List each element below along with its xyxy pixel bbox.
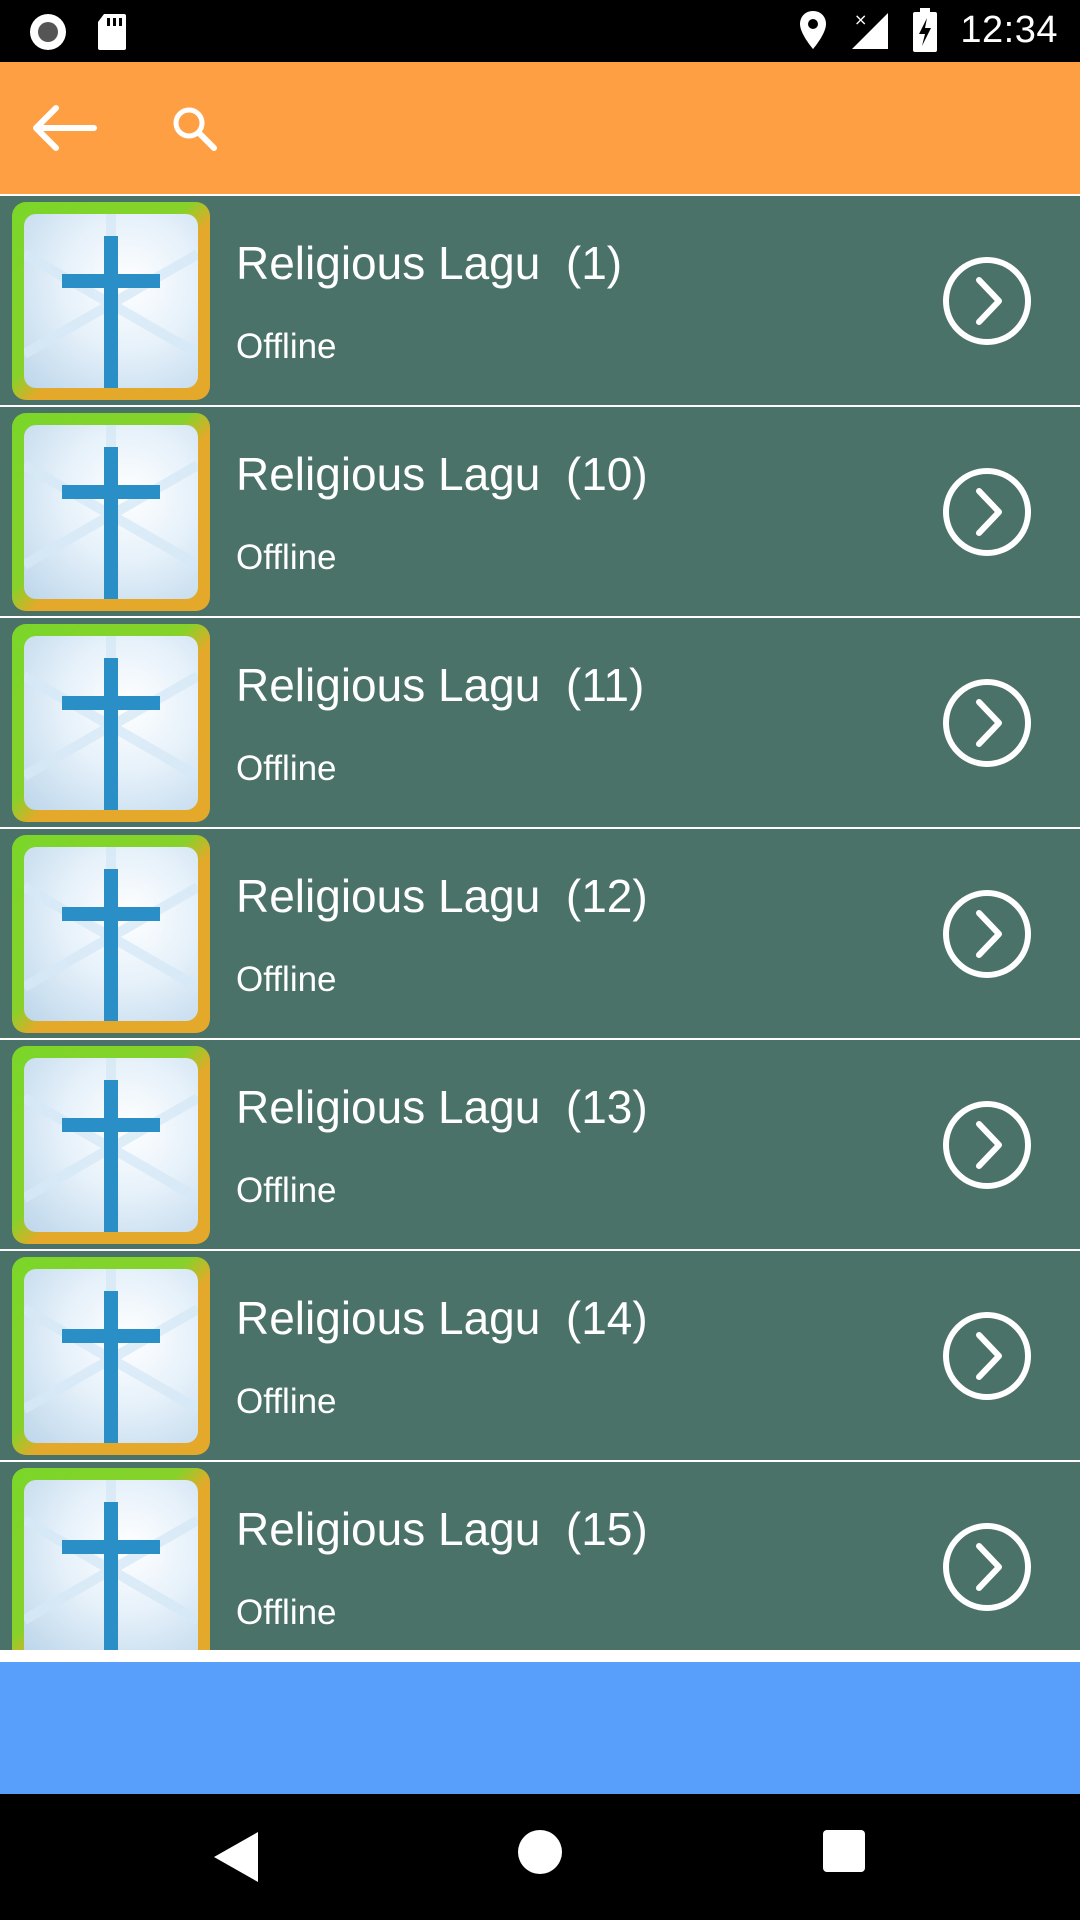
item-status: Offline bbox=[236, 960, 337, 999]
item-title: Religious Lagu (14) bbox=[236, 1292, 648, 1344]
cross-icon bbox=[24, 636, 198, 810]
list-item[interactable]: Religious Lagu (1) Offline bbox=[0, 196, 1080, 405]
battery-charging-icon bbox=[913, 8, 938, 52]
list-item[interactable]: Religious Lagu (14) Offline bbox=[0, 1251, 1080, 1460]
chevron-right-circle-icon[interactable] bbox=[942, 1522, 1032, 1612]
cross-icon bbox=[24, 1480, 198, 1650]
list-item[interactable]: Religious Lagu (13) Offline bbox=[0, 1040, 1080, 1249]
ad-banner[interactable] bbox=[0, 1662, 1080, 1794]
search-button[interactable] bbox=[162, 96, 226, 160]
cross-thumbnail bbox=[12, 1257, 210, 1455]
cross-icon bbox=[24, 847, 198, 1021]
circle-record-icon bbox=[30, 14, 66, 50]
back-arrow-icon bbox=[33, 105, 97, 151]
item-title: Religious Lagu (12) bbox=[236, 870, 648, 922]
chevron-right-circle-icon[interactable] bbox=[942, 467, 1032, 557]
signal-icon: × bbox=[852, 10, 889, 49]
item-status: Offline bbox=[236, 1593, 337, 1632]
nav-back-icon[interactable] bbox=[210, 1830, 260, 1884]
list-item[interactable]: Religious Lagu (10) Offline bbox=[0, 407, 1080, 616]
cross-thumbnail bbox=[12, 624, 210, 822]
chevron-right-circle-icon[interactable] bbox=[942, 889, 1032, 979]
item-title: Religious Lagu (13) bbox=[236, 1081, 648, 1133]
list-item[interactable]: Religious Lagu (15) Offline bbox=[0, 1462, 1080, 1650]
chevron-right-circle-icon[interactable] bbox=[942, 1311, 1032, 1401]
system-nav-bar bbox=[0, 1794, 1080, 1920]
list-item[interactable]: Religious Lagu (11) Offline bbox=[0, 618, 1080, 827]
chevron-right-circle-icon[interactable] bbox=[942, 256, 1032, 346]
cross-icon bbox=[24, 425, 198, 599]
item-title: Religious Lagu (10) bbox=[236, 448, 648, 500]
back-button[interactable] bbox=[26, 96, 100, 160]
cross-thumbnail bbox=[12, 202, 210, 400]
item-title: Religious Lagu (1) bbox=[236, 237, 623, 289]
nav-recent-icon[interactable] bbox=[823, 1830, 865, 1872]
sd-card-icon bbox=[98, 14, 126, 50]
item-status: Offline bbox=[236, 1171, 337, 1210]
cross-icon bbox=[24, 214, 198, 388]
cross-icon bbox=[24, 1058, 198, 1232]
cross-thumbnail bbox=[12, 1468, 210, 1650]
app-bar bbox=[0, 62, 1080, 194]
chevron-right-circle-icon[interactable] bbox=[942, 1100, 1032, 1190]
cross-thumbnail bbox=[12, 835, 210, 1033]
list-divider bbox=[0, 1650, 1080, 1662]
chevron-right-circle-icon[interactable] bbox=[942, 678, 1032, 768]
list-item[interactable]: Religious Lagu (12) Offline bbox=[0, 829, 1080, 1038]
cross-thumbnail bbox=[12, 1046, 210, 1244]
nav-home-icon[interactable] bbox=[518, 1830, 562, 1874]
svg-text:×: × bbox=[854, 10, 867, 29]
item-status: Offline bbox=[236, 1382, 337, 1421]
item-status: Offline bbox=[236, 327, 337, 366]
search-icon bbox=[173, 107, 217, 151]
item-status: Offline bbox=[236, 538, 337, 577]
cross-icon bbox=[24, 1269, 198, 1443]
item-title: Religious Lagu (15) bbox=[236, 1503, 648, 1555]
location-icon bbox=[800, 11, 827, 49]
song-list: Religious Lagu (1) Offline Religious Lag… bbox=[0, 194, 1080, 1650]
cross-thumbnail bbox=[12, 413, 210, 611]
status-bar: × 12:34 bbox=[0, 0, 1080, 62]
item-title: Religious Lagu (11) bbox=[236, 659, 645, 711]
status-time: 12:34 bbox=[960, 8, 1058, 51]
item-status: Offline bbox=[236, 749, 337, 788]
